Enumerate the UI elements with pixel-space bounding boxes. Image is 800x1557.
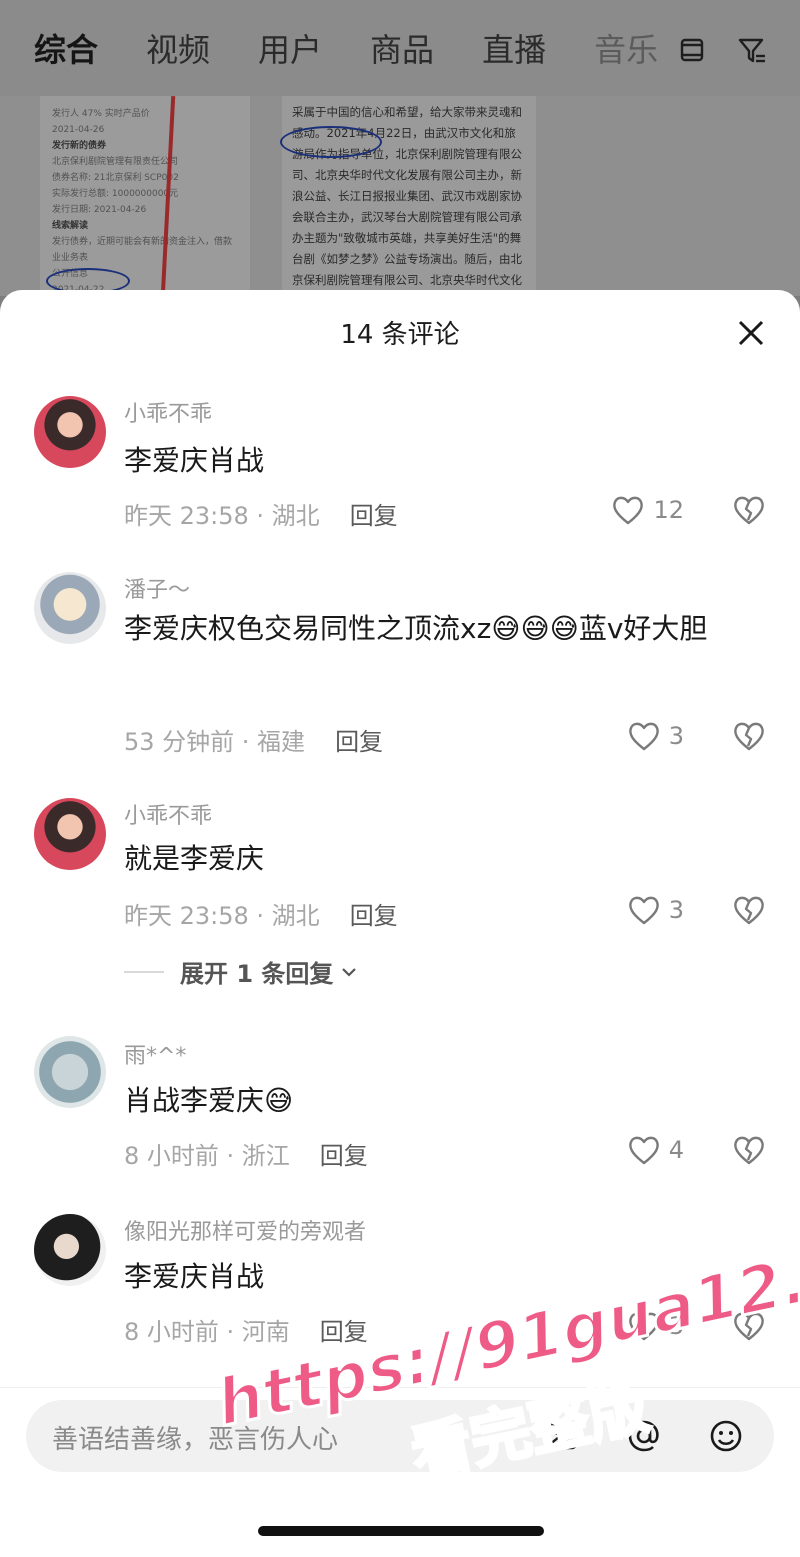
divider [124, 970, 164, 973]
heart-icon [613, 496, 644, 525]
comment-meta: 8 小时前 · 浙江 回复 [124, 1136, 368, 1171]
tab-comprehensive[interactable]: 综合 [34, 25, 98, 71]
comment-text: 李爱庆权色交易同性之顶流xz😅😅😅蓝v好大胆 [124, 612, 708, 645]
comment-time: 53 分钟前 · 福建 [124, 728, 306, 756]
search-tabs: 综合 视频 用户 商品 直播 音乐 [0, 0, 660, 96]
like-button[interactable]: 12 [611, 494, 684, 526]
comments-count-title: 14 条评论 [340, 320, 460, 350]
comment-time: 昨天 23:58 · 湖北 [124, 502, 320, 530]
avatar[interactable] [34, 1214, 106, 1286]
doc-left-panel: 发行人 47% 实时产品价 2021-04-26 发行新的债券 北京保利剧院管理… [40, 96, 250, 296]
like-button[interactable]: 4 [627, 1134, 684, 1166]
reply-button[interactable]: 回复 [335, 728, 383, 756]
like-count: 12 [653, 496, 684, 524]
heart-icon [628, 722, 659, 751]
filter-icon[interactable] [736, 34, 768, 66]
layout-icon[interactable] [676, 34, 708, 66]
close-icon[interactable] [734, 316, 768, 350]
reply-button[interactable]: 回复 [350, 502, 398, 530]
avatar[interactable] [34, 1036, 106, 1108]
chevron-down-icon [342, 967, 357, 977]
comment-username[interactable]: 像阳光那样可爱的旁观者 [124, 1214, 366, 1246]
video-preview-background: 发行人 47% 实时产品价 2021-04-26 发行新的债券 北京保利剧院管理… [0, 96, 800, 296]
reply-button[interactable]: 回复 [350, 902, 398, 930]
avatar[interactable] [34, 396, 106, 468]
emoji-icon[interactable] [708, 1418, 744, 1454]
tab-products[interactable]: 商品 [370, 25, 434, 71]
heart-icon [628, 896, 659, 925]
broken-heart-icon[interactable] [732, 1134, 766, 1166]
tab-video[interactable]: 视频 [146, 25, 210, 71]
broken-heart-icon[interactable] [732, 494, 766, 526]
comment-meta: 昨天 23:58 · 湖北 回复 [124, 896, 398, 931]
comment-time: 昨天 23:58 · 湖北 [124, 902, 320, 930]
tab-live[interactable]: 直播 [482, 25, 546, 71]
avatar[interactable] [34, 572, 106, 644]
avatar[interactable] [34, 798, 106, 870]
reply-button[interactable]: 回复 [320, 1142, 368, 1170]
expand-replies-label: 展开 1 条回复 [180, 960, 334, 988]
tab-users[interactable]: 用户 [258, 25, 322, 71]
comment-username[interactable]: 小乖不乖 [124, 396, 212, 428]
tab-music[interactable]: 音乐 [594, 25, 658, 71]
like-count: 3 [668, 896, 684, 924]
highlight-oval [280, 126, 382, 158]
heart-icon [628, 1136, 659, 1165]
comment-meta: 53 分钟前 · 福建 回复 [124, 722, 383, 757]
like-button[interactable]: 3 [627, 894, 684, 926]
comment-time: 8 小时前 · 浙江 [124, 1142, 290, 1170]
broken-heart-icon[interactable] [732, 894, 766, 926]
expand-replies-button[interactable]: 展开 1 条回复 [124, 954, 359, 989]
broken-heart-icon[interactable] [732, 720, 766, 752]
like-button[interactable]: 3 [627, 720, 684, 752]
home-indicator[interactable] [258, 1526, 544, 1536]
comment-username[interactable]: 潘子～ [124, 572, 190, 604]
top-bar: 综合 视频 用户 商品 直播 音乐 [0, 0, 800, 96]
like-count: 3 [668, 722, 684, 750]
comment-text: 肖战李爱庆😅 [124, 1084, 294, 1117]
comment-text: 李爱庆肖战 [124, 444, 265, 477]
like-count: 4 [668, 1136, 684, 1164]
comment-username[interactable]: 小乖不乖 [124, 798, 212, 830]
comment-text: 就是李爱庆 [124, 842, 265, 875]
comment-meta: 昨天 23:58 · 湖北 回复 [124, 496, 398, 531]
comment-username[interactable]: 雨*^* [124, 1038, 186, 1070]
